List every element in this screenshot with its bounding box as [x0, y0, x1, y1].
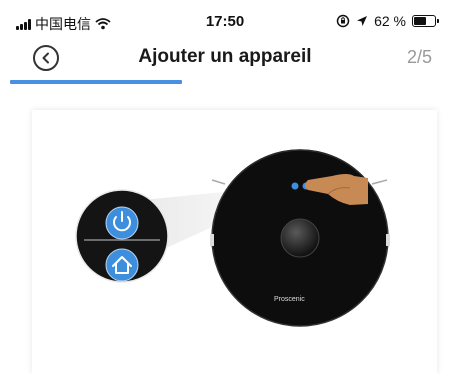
- status-bar: 中国电信 17:50 62 %: [0, 0, 450, 44]
- nav-bar: Ajouter un appareil 2/5: [0, 44, 450, 80]
- page-title: Ajouter un appareil: [138, 46, 312, 67]
- status-right: 62 %: [336, 13, 439, 29]
- location-arrow-icon: [357, 16, 368, 26]
- step-counter: 2/5: [406, 47, 432, 67]
- progress-bar: [10, 80, 440, 84]
- battery-percent: 62 %: [374, 13, 406, 29]
- battery-icon: [412, 15, 439, 27]
- robot-brand: Proscenic: [274, 296, 305, 303]
- robot-knob: [280, 218, 320, 258]
- battery-fill: [414, 17, 427, 25]
- progress-fill: [10, 80, 182, 84]
- illustration-card: Proscenic: [32, 110, 437, 374]
- robot-power-button: [291, 182, 299, 190]
- orientation-lock-icon: [336, 14, 350, 28]
- robot-vacuum-illustration: Proscenic: [75, 149, 390, 327]
